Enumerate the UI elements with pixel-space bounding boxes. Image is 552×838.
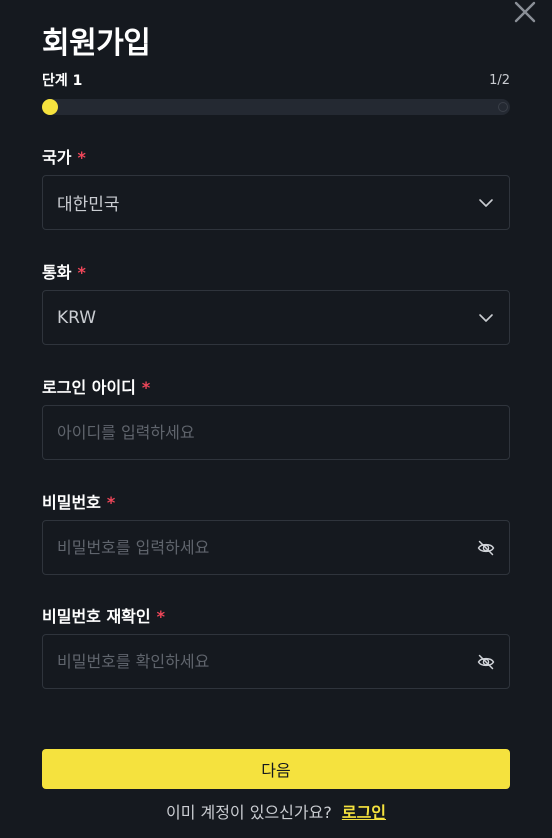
password-confirm-label-text: 비밀번호 재확인 [42, 607, 151, 626]
currency-select[interactable]: KRW [42, 290, 510, 345]
page-title: 회원가입 [42, 26, 151, 61]
country-label-text: 국가 [42, 148, 72, 167]
progress-end-dot [498, 102, 508, 112]
eye-off-icon[interactable] [477, 653, 495, 671]
close-icon [514, 1, 536, 23]
eye-off-icon[interactable] [477, 539, 495, 557]
step-label: 단계 1 [42, 73, 83, 89]
login-id-label: 로그인 아이디 * [42, 378, 150, 398]
step-count: 1/2 [489, 73, 510, 88]
required-mark: * [77, 263, 86, 282]
required-mark: * [77, 148, 86, 167]
close-button[interactable] [513, 0, 537, 24]
currency-value: KRW [57, 307, 97, 328]
required-mark: * [156, 607, 165, 626]
next-button[interactable]: 다음 [42, 749, 510, 789]
currency-label-text: 통화 [42, 263, 72, 282]
password-label: 비밀번호 * [42, 493, 115, 513]
progress-bar [42, 99, 510, 115]
progress-current-dot [42, 99, 58, 115]
required-mark: * [106, 493, 116, 512]
password-confirm-input[interactable] [57, 652, 477, 671]
password-confirm-label: 비밀번호 재확인 * [42, 607, 165, 627]
password-label-text: 비밀번호 [42, 493, 101, 512]
login-id-label-text: 로그인 아이디 [42, 378, 136, 397]
country-value: 대한민국 [57, 195, 120, 215]
password-field [42, 520, 510, 575]
password-input[interactable] [57, 538, 477, 557]
currency-label: 통화 * [42, 263, 86, 283]
login-prompt-text: 이미 계정이 있으신가요? [165, 803, 332, 822]
password-confirm-field [42, 634, 510, 689]
login-link[interactable]: 로그인 [342, 803, 386, 822]
country-select[interactable]: 대한민국 [42, 175, 510, 230]
required-mark: * [141, 378, 151, 397]
chevron-down-icon [479, 313, 493, 322]
login-id-field [42, 405, 510, 460]
login-prompt: 이미 계정이 있으신가요? 로그인 [0, 802, 552, 824]
country-label: 국가 * [42, 148, 86, 168]
login-id-input[interactable] [57, 423, 495, 442]
chevron-down-icon [479, 198, 493, 207]
